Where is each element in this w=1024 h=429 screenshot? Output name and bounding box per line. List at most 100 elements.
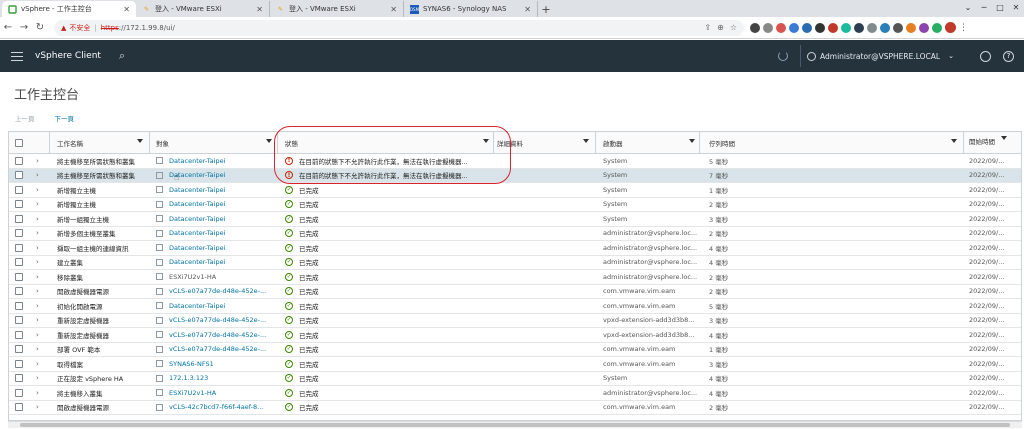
share-icon[interactable]: ⇪ (704, 23, 711, 32)
target-link[interactable]: Datacenter-Taipei (169, 215, 225, 223)
row-checkbox[interactable] (15, 343, 27, 357)
url-input[interactable]: ▲ 不安全 | https ://172.1.99.8/ui/ ⇪ ⊕ ☆ (54, 19, 744, 36)
column-header-queued[interactable]: 佇列時間 (709, 132, 961, 153)
target-link[interactable]: vCLS-e07a77de-d48e-452e-... (169, 345, 266, 353)
column-header-target[interactable]: 對象 (156, 132, 276, 153)
row-checkbox[interactable] (15, 154, 27, 168)
filter-icon[interactable] (266, 139, 272, 143)
new-tab-button[interactable]: + (538, 1, 554, 17)
target-link[interactable]: Datacenter-Taipei (169, 302, 225, 310)
filter-icon[interactable] (483, 139, 489, 143)
close-tab-icon[interactable]: ✕ (123, 5, 130, 14)
extension-icon[interactable] (841, 22, 851, 33)
row-checkbox[interactable] (15, 386, 27, 400)
extension-icon[interactable] (815, 22, 825, 33)
column-header-status[interactable]: 狀態 (285, 132, 493, 153)
row-checkbox[interactable] (15, 227, 27, 241)
reload-icon[interactable]: ↻ (32, 22, 48, 33)
extension-icon[interactable] (906, 22, 916, 33)
expand-chevron-icon[interactable]: › (36, 357, 44, 371)
table-row[interactable]: › 正在設定 vSphere HA 172.1.3.123 ✓ 已完成 System 4 毫… (9, 372, 1021, 386)
feedback-smiley-icon[interactable] (980, 50, 991, 62)
expand-chevron-icon[interactable]: › (36, 198, 44, 212)
menu-icon[interactable]: ⋮ (959, 23, 968, 33)
expand-chevron-icon[interactable]: › (36, 401, 44, 415)
zoom-icon[interactable]: ⊕ (717, 23, 724, 32)
table-row[interactable]: › 新增獨立主機 Datacenter-Taipei ✓ 已完成 System 1 毫秒 20… (9, 183, 1021, 198)
expand-chevron-icon[interactable]: › (36, 154, 44, 168)
select-all-checkbox[interactable] (15, 132, 27, 153)
scrollbar-thumb[interactable] (20, 423, 1010, 427)
browser-tab-synology[interactable]: DSM SYNAS6 - Synology NAS ✕ (404, 1, 538, 17)
expand-chevron-icon[interactable]: › (36, 343, 44, 357)
extension-icon[interactable] (919, 22, 929, 33)
row-checkbox[interactable] (15, 372, 27, 386)
back-icon[interactable]: ← (0, 22, 16, 33)
expand-chevron-icon[interactable]: › (36, 299, 44, 313)
extension-icon[interactable] (932, 22, 942, 33)
column-header-task[interactable]: 工作名稱 (57, 132, 147, 153)
extension-icon[interactable] (802, 22, 812, 33)
forward-icon[interactable]: → (16, 22, 32, 33)
target-link[interactable]: ESXi7U2v1-HA (169, 389, 216, 397)
table-row[interactable]: › 建立叢集 Datacenter-Taipei ✓ 已完成 administrator@… (9, 256, 1021, 270)
target-link[interactable]: Datacenter-Taipei (169, 229, 225, 237)
extension-icon[interactable] (750, 22, 760, 33)
table-row[interactable]: › 初始化開啟電源 Datacenter-Taipei ✓ 已完成 com.vmware.… (9, 299, 1021, 314)
row-checkbox[interactable] (15, 314, 27, 328)
filter-icon[interactable] (689, 139, 695, 143)
star-icon[interactable]: ☆ (730, 23, 737, 32)
target-link[interactable]: vCLS-e07a77de-d48e-452e-... (169, 287, 266, 295)
row-checkbox[interactable] (15, 241, 27, 255)
expand-chevron-icon[interactable]: › (36, 227, 44, 241)
row-checkbox[interactable] (15, 256, 27, 270)
expand-chevron-icon[interactable]: › (36, 270, 44, 284)
expand-chevron-icon[interactable]: › (36, 212, 44, 226)
expand-chevron-icon[interactable]: › (36, 386, 44, 400)
maximize-icon[interactable]: □ (992, 0, 1008, 14)
row-checkbox[interactable] (15, 357, 27, 371)
extension-icon[interactable] (776, 22, 786, 33)
table-row[interactable]: › 將主機移至所需狀態和叢集 Datacenter-Taipei! 在目前的狀態下不允… (9, 168, 1021, 183)
browser-tab-vsphere[interactable]: vSphere - 工作主控台 ✕ (2, 1, 136, 17)
extension-icon[interactable] (789, 22, 799, 33)
expand-chevron-icon[interactable]: › (36, 328, 44, 342)
row-checkbox[interactable] (15, 270, 27, 284)
extension-icon[interactable] (763, 22, 773, 33)
row-checkbox[interactable] (15, 328, 27, 342)
expand-chevron-icon[interactable]: › (36, 256, 44, 270)
filter-icon[interactable] (583, 139, 589, 143)
expand-chevron-icon[interactable]: › (36, 314, 44, 328)
target-link[interactable]: SYNAS6-NFS1 (169, 360, 214, 368)
table-row[interactable]: › 取得檔案 SYNAS6-NFS1 ✓ 已完成 com.vmware.vim.eam 3 … (9, 357, 1021, 372)
table-row[interactable]: › 開啟虛擬機器電源 vCLS-e07a77de-d48e-452e-... ✓ 已完成… (9, 285, 1021, 299)
prev-page-button[interactable]: 上一頁 (15, 113, 35, 123)
table-row[interactable]: › 開啟虛擬機器電源 vCLS-42c7bcd7-f66f-4aef-8... ✓ 已完… (9, 401, 1021, 415)
column-header-start[interactable]: 開始時間 (969, 132, 1009, 153)
close-tab-icon[interactable]: ✕ (390, 5, 397, 14)
browser-tab-esxi-2[interactable]: ✎ 登入 - VMware ESXi ✕ (270, 1, 404, 17)
row-checkbox[interactable] (15, 212, 27, 226)
table-row[interactable]: › 重新設定虛擬機器 vCLS-e07a77de-d48e-452e-... ✓ 已完成… (9, 314, 1021, 328)
row-checkbox[interactable] (15, 401, 27, 415)
close-tab-icon[interactable]: ✕ (256, 5, 263, 14)
close-tab-icon[interactable]: ✕ (524, 5, 531, 14)
row-checkbox[interactable] (15, 299, 27, 313)
target-link[interactable]: vCLS-e07a77de-d48e-452e-... (169, 316, 266, 324)
target-link[interactable]: Datacenter-Taipei (169, 186, 225, 194)
row-checkbox[interactable] (15, 183, 27, 197)
target-link[interactable]: vCLS-e07a77de-d48e-452e-... (169, 331, 266, 339)
column-header-initiator[interactable]: 啟動器 (603, 132, 699, 153)
row-checkbox[interactable] (15, 285, 27, 299)
minimize-icon[interactable]: ─ (976, 0, 992, 14)
filter-icon[interactable] (951, 139, 957, 143)
target-link[interactable]: Datacenter-Taipei (169, 244, 225, 252)
table-row[interactable]: › 新增一組獨立主機 Datacenter-Taipei ✓ 已完成 System 3 毫秒… (9, 212, 1021, 227)
help-icon[interactable]: ? (1003, 50, 1014, 62)
expand-chevron-icon[interactable]: › (36, 169, 44, 183)
horizontal-scrollbar[interactable] (8, 421, 1022, 428)
target-link[interactable]: vCLS-42c7bcd7-f66f-4aef-8... (169, 403, 263, 411)
target-link[interactable]: Datacenter-Taipei (169, 258, 225, 266)
next-page-button[interactable]: 下一頁 (55, 113, 75, 123)
row-checkbox[interactable] (15, 198, 27, 212)
